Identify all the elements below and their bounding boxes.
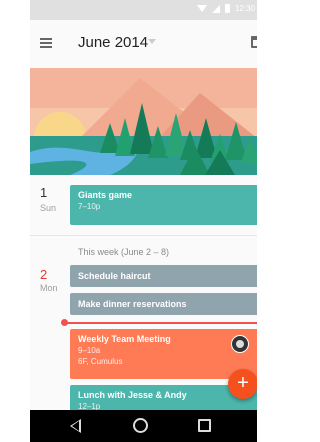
schedule-list: 1 Sun Giants game 7–10p This week (June … [30,175,257,413]
event-title: Weekly Team Meeting [78,334,171,344]
event-card[interactable]: Schedule haircut [70,265,257,287]
event-time: 9–10a [78,346,101,355]
event-title: Giants game [78,190,133,200]
event-card[interactable]: Make dinner reservations [70,293,257,315]
day-number-today: 2 [40,267,48,282]
menu-icon[interactable] [40,38,52,48]
event-title: Make dinner reservations [78,299,187,309]
add-event-button[interactable]: + [228,369,257,399]
home-icon[interactable] [133,418,148,433]
event-time: 7–10p [78,202,101,211]
phone-screen: 12:30 June 2014 1 Sun Giants game 7–10p … [30,0,257,442]
calendar-icon[interactable] [251,36,257,48]
current-time-line [63,322,257,324]
system-nav-bar [30,410,257,442]
day-number: 1 [40,185,48,200]
status-bar: 12:30 [30,0,257,20]
event-card[interactable]: Weekly Team Meeting 9–10a 6F, Cumulus [70,329,257,379]
signal-icon [211,4,220,13]
status-time: 12:30 [234,4,255,13]
month-header-illustration [30,68,257,175]
event-title: Lunch with Jesse & Andy [78,390,187,400]
week-label: This week (June 2 – 8) [78,247,170,257]
attendee-avatar [231,335,249,353]
battery-icon [224,4,230,13]
event-location: 6F, Cumulus [78,357,123,366]
day-weekday-today: Mon [40,283,58,293]
event-title: Schedule haircut [78,271,151,281]
recents-icon[interactable] [198,419,211,432]
day-weekday: Sun [40,203,57,213]
back-icon[interactable] [70,419,81,433]
app-bar: June 2014 [30,20,257,68]
download-icon [196,5,207,12]
month-title[interactable]: June 2014 [78,34,148,51]
event-card[interactable]: Giants game 7–10p [70,185,257,225]
day-divider [30,235,257,236]
dropdown-caret-icon[interactable] [148,39,156,44]
